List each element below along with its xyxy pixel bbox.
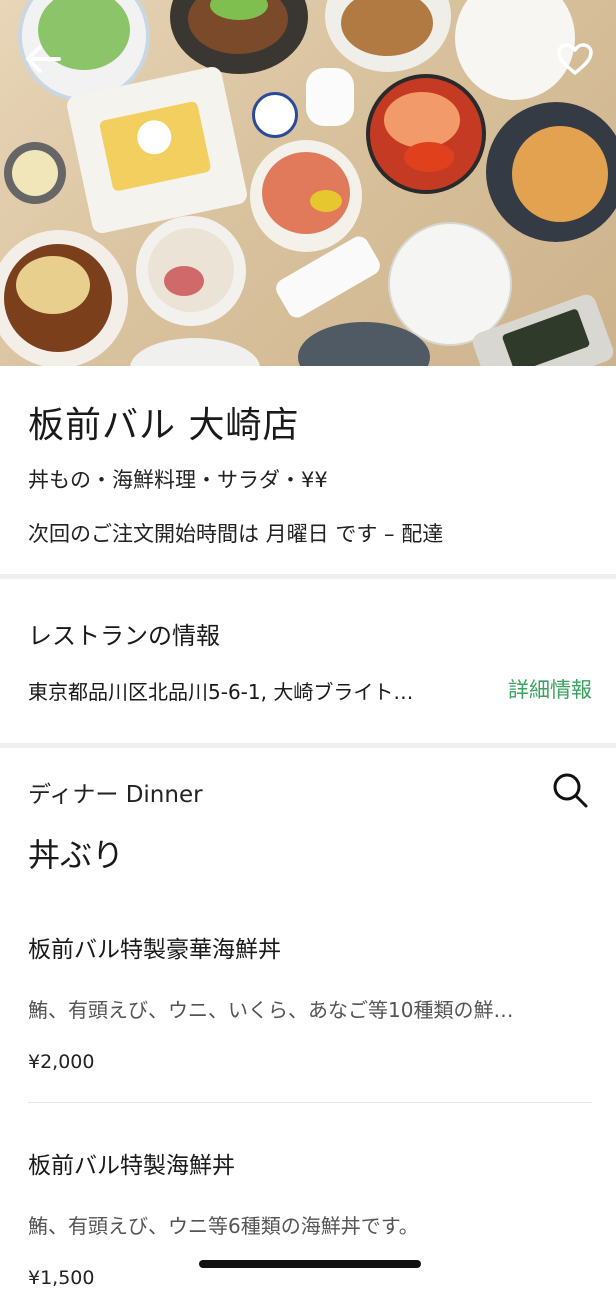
restaurant-address: 東京都品川区北品川5-6-1, 大崎ブライト… [28,680,414,704]
restaurant-info-section: レストランの情報 東京都品川区北品川5-6-1, 大崎ブライト… 詳細情報 [0,580,616,743]
shirasu-bowl [136,216,246,326]
pork-plate [170,0,308,74]
more-details-link[interactable]: 詳細情報 [508,674,592,704]
search-icon [553,773,588,808]
menu-item-name: 板前バル特製豪華海鮮丼 [28,937,281,963]
home-indicator[interactable] [199,1260,421,1268]
karaage-plate [325,0,451,72]
search-button[interactable] [548,768,592,812]
simmered-bowl [0,230,128,366]
back-button[interactable] [20,36,66,82]
hero-image [0,0,616,366]
menu-item-description: 鮪、有頭えび、ウニ、いくら、あなご等10種類の鮮… [28,998,514,1022]
restaurant-categories: 丼もの・海鮮料理・サラダ・¥¥ [28,468,328,492]
restaurant-info-heading: レストランの情報 [28,622,220,650]
item-divider [28,1102,592,1103]
sake-bottle [306,68,354,126]
pizza-plate [486,102,616,242]
menu-category-title: 丼ぶり [28,836,125,874]
menu-name: ディナー Dinner [28,782,203,808]
menu-item-price: ¥1,500 [28,1267,95,1289]
sake-cup [252,92,298,138]
favorite-button[interactable] [552,36,598,82]
heart-icon [557,43,593,75]
section-divider [0,574,616,579]
kaisendon-bowl [250,140,362,252]
salmon-bowl [366,74,486,194]
restaurant-name: 板前バル 大崎店 [28,405,300,446]
menu-item-description: 鮪、有頭えび、ウニ等6種類の海鮮丼です。 [28,1214,419,1238]
menu-section: ディナー Dinner 丼ぶり 板前バル特製豪華海鮮丼 鮪、有頭えび、ウニ、いく… [0,748,616,1289]
fries-plate [130,338,260,366]
next-order-time: 次回のご注文開始時間は 月曜日 です – 配達 [28,522,444,546]
menu-item-price: ¥2,000 [28,1051,95,1073]
back-arrow-icon [26,45,61,73]
small-cup [4,142,66,204]
restaurant-header: 板前バル 大崎店 丼もの・海鮮料理・サラダ・¥¥ 次回のご注文開始時間は 月曜日… [0,366,616,574]
menu-item-name: 板前バル特製海鮮丼 [28,1153,235,1179]
menu-item[interactable]: 板前バル特製豪華海鮮丼 鮪、有頭えび、ウニ、いくら、あなご等10種類の鮮… ¥2… [28,930,592,1073]
